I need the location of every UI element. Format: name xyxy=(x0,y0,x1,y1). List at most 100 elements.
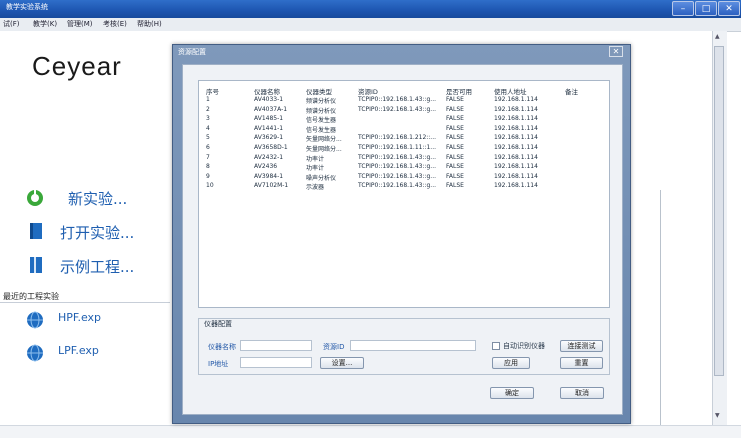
cell-type: 信号发生器 xyxy=(306,117,337,125)
ceyear-logo: Ceyear xyxy=(32,51,122,81)
col-header-type[interactable]: 仪器类型 xyxy=(306,86,332,96)
apply-button[interactable]: 应用 xyxy=(492,357,530,369)
cell-resource-id: TCPIP0::192.168.1.11::1... xyxy=(358,144,437,151)
status-strip xyxy=(0,425,741,438)
menu-item-help[interactable]: 帮助(H) xyxy=(137,18,162,31)
instrument-name-field[interactable] xyxy=(240,340,312,351)
scroll-down-icon[interactable]: ▼ xyxy=(715,412,720,419)
cell-available: FALSE xyxy=(446,134,464,142)
globe-icon xyxy=(27,311,43,329)
recent-item-lpf[interactable] xyxy=(26,344,44,364)
reset-button[interactable]: 重置 xyxy=(560,357,603,369)
scroll-up-icon[interactable]: ▲ xyxy=(715,33,720,40)
window-title-bar[interactable] xyxy=(0,0,741,18)
example-project-label[interactable]: 示例工程... xyxy=(60,256,134,277)
auto-detect-checkbox[interactable] xyxy=(492,342,500,350)
cell-index: 5 xyxy=(206,134,210,142)
dialog-close-button[interactable]: ✕ xyxy=(609,46,623,57)
maximize-button[interactable]: □ xyxy=(695,1,717,16)
cell-name: AV3984-1 xyxy=(254,172,284,180)
cancel-button[interactable]: 取消 xyxy=(560,387,604,399)
cell-name: AV3629-1 xyxy=(254,134,284,142)
cell-resource-id: TCPIP0::192.168.1.43::g... xyxy=(358,153,437,161)
close-icon: ✕ xyxy=(725,4,733,14)
open-experiment-label[interactable]: 打开实验... xyxy=(60,222,134,243)
cell-index: 10 xyxy=(206,182,214,190)
cell-name: AV1485-1 xyxy=(254,115,284,123)
new-experiment-label[interactable]: 新实验... xyxy=(68,188,127,209)
cell-available: FALSE xyxy=(446,172,464,180)
cell-type: 矢量网络分... xyxy=(306,146,342,153)
cell-user-address: 192.168.1.114 xyxy=(494,163,538,171)
col-header-remark[interactable]: 备注 xyxy=(565,86,578,96)
col-header-name[interactable]: 仪器名称 xyxy=(254,86,280,96)
settings-button[interactable]: 设置... xyxy=(320,357,364,369)
globe-icon xyxy=(27,344,43,362)
minimize-icon: – xyxy=(680,4,686,14)
cell-available: FALSE xyxy=(446,124,464,132)
instrument-name-label: 仪器名称 xyxy=(208,343,236,351)
new-experiment-icon xyxy=(27,190,43,206)
cell-name: AV4037A-1 xyxy=(254,105,288,113)
cell-name: AV2436 xyxy=(254,163,278,171)
cell-type: 频谱分析仪 xyxy=(306,98,337,105)
cell-resource-id: TCPIP0::192.168.1.43::g... xyxy=(358,182,437,190)
cell-available: FALSE xyxy=(446,163,464,171)
cell-name: AV2432-1 xyxy=(254,153,284,161)
col-header-resource-id[interactable]: 资源ID xyxy=(358,86,378,96)
col-header-user-address[interactable]: 使用人地址 xyxy=(494,86,527,96)
cell-name: AV3658D-1 xyxy=(254,144,288,151)
resource-id-label: 资源ID xyxy=(323,343,345,351)
col-header-available[interactable]: 是否可用 xyxy=(446,86,472,96)
menu-item-test[interactable]: 试(F) xyxy=(3,18,20,31)
cell-user-address: 192.168.1.114 xyxy=(494,115,538,123)
cell-available: FALSE xyxy=(446,153,464,161)
cell-resource-id: TCPIP0::192.168.1.43::g... xyxy=(358,172,437,180)
cell-name: AV1441-1 xyxy=(254,124,284,132)
cell-user-address: 192.168.1.114 xyxy=(494,182,538,190)
cell-type: 信号发生器 xyxy=(306,126,337,134)
cell-available: FALSE xyxy=(446,105,464,113)
window-title: 教学实验系统 xyxy=(6,3,48,11)
recent-item-hpf[interactable] xyxy=(26,311,44,331)
cell-available: FALSE xyxy=(446,182,464,190)
close-icon: ✕ xyxy=(612,47,620,56)
cell-index: 2 xyxy=(206,105,210,113)
cell-type: 功率计 xyxy=(306,165,325,173)
cell-type: 噪声分析仪 xyxy=(306,174,337,182)
cell-name: AV7102M-1 xyxy=(254,182,289,190)
menu-item-teaching[interactable]: 教学(K) xyxy=(33,18,57,31)
cell-resource-id: TCPIP0::192.168.1.212::... xyxy=(358,134,437,142)
minimize-button[interactable]: – xyxy=(672,1,694,16)
open-experiment-action[interactable] xyxy=(27,222,45,242)
menu-item-exam[interactable]: 考核(E) xyxy=(103,18,127,31)
cell-index: 6 xyxy=(206,144,210,151)
ip-address-field[interactable] xyxy=(240,357,312,368)
cell-user-address: 192.168.1.114 xyxy=(494,124,538,132)
cell-index: 1 xyxy=(206,96,210,103)
cell-type: 功率计 xyxy=(306,155,325,163)
cell-user-address: 192.168.1.114 xyxy=(494,172,538,180)
cell-index: 3 xyxy=(206,115,210,123)
example-project-action[interactable] xyxy=(27,256,45,276)
cell-user-address: 192.168.1.114 xyxy=(494,153,538,161)
scrollbar-thumb[interactable] xyxy=(714,46,724,376)
cell-user-address: 192.168.1.114 xyxy=(494,105,538,113)
cell-index: 9 xyxy=(206,172,210,180)
ok-button[interactable]: 确定 xyxy=(490,387,534,399)
recent-label-lpf[interactable]: LPF.exp xyxy=(58,344,99,357)
connect-test-button[interactable]: 连接测试 xyxy=(560,340,603,352)
resource-table[interactable] xyxy=(198,80,610,308)
cell-user-address: 192.168.1.114 xyxy=(494,144,538,151)
cell-index: 8 xyxy=(206,163,210,171)
close-button[interactable]: ✕ xyxy=(718,1,740,16)
resource-id-field[interactable] xyxy=(350,340,476,351)
col-header-index[interactable]: 序号 xyxy=(206,86,219,96)
instrument-config-title: 仪器配置 xyxy=(204,320,232,328)
recent-heading: 最近的工程实验 xyxy=(3,292,59,301)
menu-item-manage[interactable]: 管理(M) xyxy=(67,18,93,31)
new-experiment-action[interactable] xyxy=(26,189,44,209)
divider xyxy=(0,302,170,303)
recent-label-hpf[interactable]: HPF.exp xyxy=(58,311,101,324)
cell-available: FALSE xyxy=(446,96,464,103)
